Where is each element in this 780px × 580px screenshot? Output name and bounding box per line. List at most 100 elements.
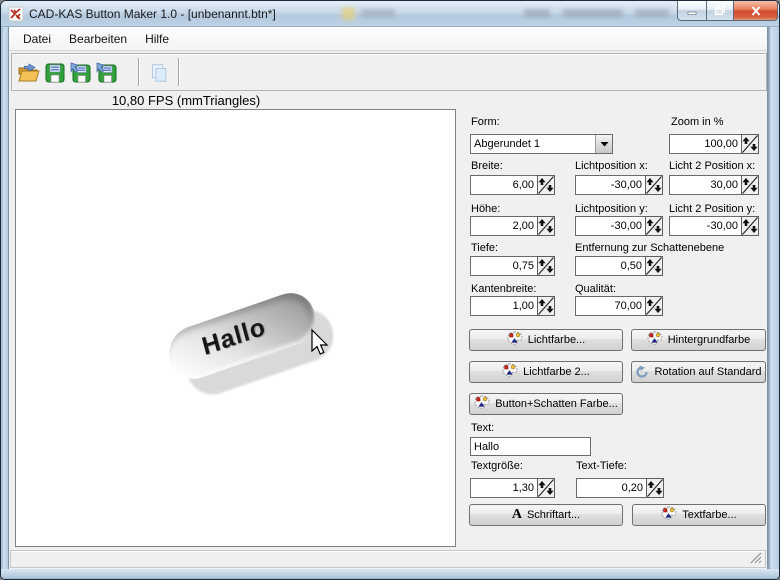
save-as-button[interactable]: [68, 60, 94, 86]
toolbar: [11, 53, 767, 91]
licht2-x-label: Licht 2 Position x:: [669, 160, 755, 172]
open-icon: [17, 61, 41, 85]
textfarbe-button-label: Textfarbe...: [682, 509, 736, 521]
tiefe-spinedit: [470, 256, 555, 276]
color-palette-icon: [502, 363, 518, 381]
lichtposition-y-spinedit: [575, 216, 663, 236]
licht2-x-spinner-icon[interactable]: [741, 175, 759, 195]
button-3d-text: Hallo: [199, 312, 269, 362]
save-icon: [43, 61, 67, 85]
texttiefe-spinedit: [576, 478, 664, 498]
kantenbreite-spinner-icon[interactable]: [537, 296, 555, 316]
schattenebene-input[interactable]: [575, 256, 645, 276]
lichtposition-x-spinner-icon[interactable]: [645, 175, 663, 195]
preview-viewport[interactable]: Hallo: [15, 109, 456, 547]
texttiefe-label: Text-Tiefe:: [576, 460, 627, 472]
glass-blur-artifact: [563, 9, 623, 17]
menu-datei[interactable]: Datei: [14, 29, 60, 49]
toolbar-separator: [178, 58, 180, 86]
textgroesse-label: Textgröße:: [471, 460, 523, 472]
licht2-x-input[interactable]: [669, 175, 741, 195]
color-palette-icon: [661, 506, 677, 524]
textfarbe-button[interactable]: Textfarbe...: [632, 504, 766, 526]
licht2-x-spinedit: [669, 175, 759, 195]
window-frame-left: [1, 27, 9, 571]
kantenbreite-label: Kantenbreite:: [471, 283, 536, 295]
button-schatten-button-label: Button+Schatten Farbe...: [495, 398, 618, 410]
textgroesse-input[interactable]: [470, 478, 537, 498]
hoehe-spinedit: [470, 216, 555, 236]
toolbar-separator: [138, 58, 140, 86]
button-schatten-farbe-button[interactable]: Button+Schatten Farbe...: [469, 393, 623, 415]
schattenebene-spinner-icon[interactable]: [645, 256, 663, 276]
menu-hilfe[interactable]: Hilfe: [136, 29, 178, 49]
form-select[interactable]: Abgerundet 1: [470, 134, 613, 154]
tiefe-input[interactable]: [470, 256, 537, 276]
window-title: CAD-KAS Button Maker 1.0 - [unbenannt.bt…: [29, 7, 276, 21]
zoom-input[interactable]: [669, 134, 741, 154]
restore-button[interactable]: [706, 1, 734, 21]
qualitaet-spinner-icon[interactable]: [645, 296, 663, 316]
lichtfarbe2-button-label: Lichtfarbe 2...: [523, 366, 590, 378]
zoom-spinner-icon[interactable]: [741, 134, 759, 154]
rotation-arrow-icon: [635, 365, 649, 379]
breite-label: Breite:: [471, 160, 503, 172]
close-button[interactable]: [734, 1, 778, 21]
window-frame-bottom: [1, 569, 780, 580]
schriftart-button[interactable]: A Schriftart...: [469, 504, 623, 526]
zoom-label: Zoom in %: [671, 116, 724, 128]
fps-readout: 10,80 FPS (mmTriangles): [71, 93, 301, 108]
minimize-button[interactable]: [677, 1, 706, 21]
licht2-y-input[interactable]: [669, 216, 741, 236]
licht2-y-label: Licht 2 Position y:: [669, 203, 755, 215]
glass-blur-artifact: [361, 9, 395, 17]
rotation-standard-button[interactable]: Rotation auf Standard: [631, 361, 766, 383]
lichtposition-y-label: Lichtposition y:: [575, 203, 648, 215]
window-frame-right: [767, 27, 780, 571]
lichtposition-y-spinner-icon[interactable]: [645, 216, 663, 236]
hintergrundfarbe-button-label: Hintergrundfarbe: [668, 334, 751, 346]
textgroesse-spinedit: [470, 478, 555, 498]
glass-blur-artifact: [342, 7, 355, 20]
textgroesse-spinner-icon[interactable]: [537, 478, 555, 498]
breite-input[interactable]: [470, 175, 537, 195]
form-label: Form:: [471, 116, 500, 128]
color-palette-icon: [474, 395, 490, 413]
lichtposition-x-input[interactable]: [575, 175, 645, 195]
glass-blur-artifact: [524, 9, 550, 17]
breite-spinner-icon[interactable]: [537, 175, 555, 195]
copy-icon: [148, 62, 170, 84]
font-a-icon: A: [512, 508, 522, 522]
text-input[interactable]: [470, 437, 591, 456]
licht2-y-spinner-icon[interactable]: [741, 216, 759, 236]
lichtfarbe-button[interactable]: Lichtfarbe...: [469, 329, 623, 351]
hoehe-spinner-icon[interactable]: [537, 216, 555, 236]
kantenbreite-input[interactable]: [470, 296, 537, 316]
resize-grip[interactable]: [749, 551, 763, 565]
form-select-value: Abgerundet 1: [471, 138, 595, 150]
tiefe-spinner-icon[interactable]: [537, 256, 555, 276]
open-file-button[interactable]: [16, 60, 42, 86]
tiefe-label: Tiefe:: [471, 242, 498, 254]
lichtposition-y-input[interactable]: [575, 216, 645, 236]
chevron-down-icon[interactable]: [595, 135, 612, 153]
texttiefe-input[interactable]: [576, 478, 646, 498]
menu-bearbeiten[interactable]: Bearbeiten: [60, 29, 136, 49]
mouse-cursor-icon: [308, 328, 330, 358]
save-copy-button[interactable]: [94, 60, 120, 86]
copy-button[interactable]: [146, 60, 172, 86]
hintergrundfarbe-button[interactable]: Hintergrundfarbe: [631, 329, 766, 351]
save-button[interactable]: [42, 60, 68, 86]
hoehe-input[interactable]: [470, 216, 537, 236]
kantenbreite-spinedit: [470, 296, 555, 316]
qualitaet-input[interactable]: [575, 296, 645, 316]
qualitaet-spinedit: [575, 296, 663, 316]
lichtposition-x-spinedit: [575, 175, 663, 195]
texttiefe-spinner-icon[interactable]: [646, 478, 664, 498]
schriftart-button-label: Schriftart...: [527, 509, 580, 521]
titlebar[interactable]: CAD-KAS Button Maker 1.0 - [unbenannt.bt…: [1, 1, 780, 27]
lichtfarbe2-button[interactable]: Lichtfarbe 2...: [469, 361, 623, 383]
zoom-spinedit: [669, 134, 759, 154]
licht2-y-spinedit: [669, 216, 759, 236]
lichtposition-x-label: Lichtposition x:: [575, 160, 648, 172]
